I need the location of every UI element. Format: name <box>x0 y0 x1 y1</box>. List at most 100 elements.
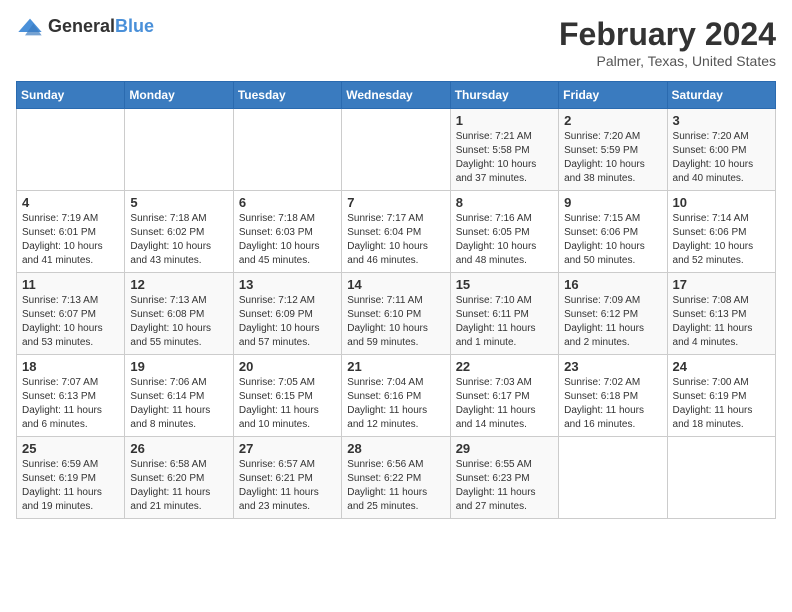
calendar-cell: 29Sunrise: 6:55 AM Sunset: 6:23 PM Dayli… <box>450 437 558 519</box>
calendar-table: SundayMondayTuesdayWednesdayThursdayFrid… <box>16 81 776 519</box>
logo-general: General <box>48 16 115 36</box>
day-info: Sunrise: 7:13 AM Sunset: 6:07 PM Dayligh… <box>22 294 119 350</box>
week-row-3: 18Sunrise: 7:07 AM Sunset: 6:13 PM Dayli… <box>17 355 776 437</box>
location-subtitle: Palmer, Texas, United States <box>559 53 776 69</box>
calendar-cell: 11 Sunrise: 7:13 AM Sunset: 6:07 PM Dayli… <box>17 273 125 355</box>
calendar-cell <box>559 437 667 519</box>
calendar-cell: 27 Sunrise: 6:57 AM Sunset: 6:21 PM Dayli… <box>233 437 341 519</box>
calendar-cell: 1 Sunrise: 7:21 AM Sunset: 5:58 PM Daylig… <box>450 109 558 191</box>
day-info: Sunrise: 7:19 AM Sunset: 6:01 PM Dayligh… <box>22 212 119 268</box>
calendar-cell: 21 Sunrise: 7:04 AM Sunset: 6:16 PM Dayli… <box>342 355 450 437</box>
day-number: 14 <box>347 277 444 292</box>
calendar-cell: 7Sunrise: 7:17 AM Sunset: 6:04 PM Daylig… <box>342 191 450 273</box>
calendar-cell: 25 Sunrise: 6:59 AM Sunset: 6:19 PM Dayli… <box>17 437 125 519</box>
day-info: Sunrise: 7:09 AM Sunset: 6:12 PM Dayligh… <box>564 294 661 350</box>
day-number: 23 <box>564 359 661 374</box>
day-number: 4 <box>22 195 119 210</box>
day-number: 1 <box>456 113 553 128</box>
day-number: 2 <box>564 113 661 128</box>
calendar-cell: 3Sunrise: 7:20 AM Sunset: 6:00 PM Daylig… <box>667 109 775 191</box>
calendar-header-row: SundayMondayTuesdayWednesdayThursdayFrid… <box>17 82 776 109</box>
week-row-0: 1 Sunrise: 7:21 AM Sunset: 5:58 PM Daylig… <box>17 109 776 191</box>
header-thursday: Thursday <box>450 82 558 109</box>
day-info: Sunrise: 7:07 AM Sunset: 6:13 PM Dayligh… <box>22 376 119 432</box>
calendar-cell: 19Sunrise: 7:06 AM Sunset: 6:14 PM Dayli… <box>125 355 233 437</box>
day-number: 8 <box>456 195 553 210</box>
calendar-cell: 15 Sunrise: 7:10 AM Sunset: 6:11 PM Dayli… <box>450 273 558 355</box>
header-saturday: Saturday <box>667 82 775 109</box>
day-number: 6 <box>239 195 336 210</box>
calendar-cell: 12 Sunrise: 7:13 AM Sunset: 6:08 PM Dayli… <box>125 273 233 355</box>
calendar-cell <box>125 109 233 191</box>
day-number: 19 <box>130 359 227 374</box>
day-number: 12 <box>130 277 227 292</box>
calendar-cell <box>17 109 125 191</box>
calendar-cell: 16 Sunrise: 7:09 AM Sunset: 6:12 PM Dayli… <box>559 273 667 355</box>
header-wednesday: Wednesday <box>342 82 450 109</box>
day-number: 27 <box>239 441 336 456</box>
day-info: Sunrise: 7:02 AM Sunset: 6:18 PM Dayligh… <box>564 376 661 432</box>
day-info: Sunrise: 7:20 AM Sunset: 6:00 PM Dayligh… <box>673 130 770 186</box>
day-info: Sunrise: 7:18 AM Sunset: 6:02 PM Dayligh… <box>130 212 227 268</box>
calendar-cell <box>342 109 450 191</box>
day-info: Sunrise: 7:10 AM Sunset: 6:11 PM Dayligh… <box>456 294 553 350</box>
calendar-cell: 5 Sunrise: 7:18 AM Sunset: 6:02 PM Daylig… <box>125 191 233 273</box>
day-number: 28 <box>347 441 444 456</box>
page-header: GeneralBlue February 2024 Palmer, Texas,… <box>16 16 776 69</box>
title-block: February 2024 Palmer, Texas, United Stat… <box>559 16 776 69</box>
month-year-title: February 2024 <box>559 16 776 53</box>
calendar-cell: 10Sunrise: 7:14 AM Sunset: 6:06 PM Dayli… <box>667 191 775 273</box>
day-info: Sunrise: 7:15 AM Sunset: 6:06 PM Dayligh… <box>564 212 661 268</box>
day-number: 16 <box>564 277 661 292</box>
day-info: Sunrise: 7:17 AM Sunset: 6:04 PM Dayligh… <box>347 212 444 268</box>
calendar-cell: 22Sunrise: 7:03 AM Sunset: 6:17 PM Dayli… <box>450 355 558 437</box>
day-info: Sunrise: 7:04 AM Sunset: 6:16 PM Dayligh… <box>347 376 444 432</box>
day-number: 15 <box>456 277 553 292</box>
calendar-cell: 14 Sunrise: 7:11 AM Sunset: 6:10 PM Dayli… <box>342 273 450 355</box>
calendar-cell: 6 Sunrise: 7:18 AM Sunset: 6:03 PM Daylig… <box>233 191 341 273</box>
day-info: Sunrise: 7:00 AM Sunset: 6:19 PM Dayligh… <box>673 376 770 432</box>
day-info: Sunrise: 7:03 AM Sunset: 6:17 PM Dayligh… <box>456 376 553 432</box>
day-info: Sunrise: 7:11 AM Sunset: 6:10 PM Dayligh… <box>347 294 444 350</box>
day-info: Sunrise: 6:58 AM Sunset: 6:20 PM Dayligh… <box>130 458 227 514</box>
day-number: 26 <box>130 441 227 456</box>
day-info: Sunrise: 7:20 AM Sunset: 5:59 PM Dayligh… <box>564 130 661 186</box>
logo-blue: Blue <box>115 16 154 36</box>
calendar-cell: 9Sunrise: 7:15 AM Sunset: 6:06 PM Daylig… <box>559 191 667 273</box>
day-info: Sunrise: 6:57 AM Sunset: 6:21 PM Dayligh… <box>239 458 336 514</box>
calendar-body: 1 Sunrise: 7:21 AM Sunset: 5:58 PM Daylig… <box>17 109 776 519</box>
day-number: 25 <box>22 441 119 456</box>
calendar-cell <box>667 437 775 519</box>
day-info: Sunrise: 7:18 AM Sunset: 6:03 PM Dayligh… <box>239 212 336 268</box>
day-number: 20 <box>239 359 336 374</box>
day-info: Sunrise: 7:08 AM Sunset: 6:13 PM Dayligh… <box>673 294 770 350</box>
calendar-cell: 28 Sunrise: 6:56 AM Sunset: 6:22 PM Dayli… <box>342 437 450 519</box>
header-tuesday: Tuesday <box>233 82 341 109</box>
day-info: Sunrise: 7:21 AM Sunset: 5:58 PM Dayligh… <box>456 130 553 186</box>
day-number: 11 <box>22 277 119 292</box>
day-number: 17 <box>673 277 770 292</box>
day-info: Sunrise: 7:12 AM Sunset: 6:09 PM Dayligh… <box>239 294 336 350</box>
calendar-cell <box>233 109 341 191</box>
calendar-cell: 4 Sunrise: 7:19 AM Sunset: 6:01 PM Daylig… <box>17 191 125 273</box>
week-row-2: 11 Sunrise: 7:13 AM Sunset: 6:07 PM Dayli… <box>17 273 776 355</box>
calendar-cell: 20 Sunrise: 7:05 AM Sunset: 6:15 PM Dayli… <box>233 355 341 437</box>
day-info: Sunrise: 6:59 AM Sunset: 6:19 PM Dayligh… <box>22 458 119 514</box>
calendar-cell: 8Sunrise: 7:16 AM Sunset: 6:05 PM Daylig… <box>450 191 558 273</box>
day-number: 21 <box>347 359 444 374</box>
calendar-cell: 23 Sunrise: 7:02 AM Sunset: 6:18 PM Dayli… <box>559 355 667 437</box>
logo-text: GeneralBlue <box>48 16 154 37</box>
calendar-cell: 17 Sunrise: 7:08 AM Sunset: 6:13 PM Dayli… <box>667 273 775 355</box>
day-number: 13 <box>239 277 336 292</box>
day-info: Sunrise: 7:14 AM Sunset: 6:06 PM Dayligh… <box>673 212 770 268</box>
logo-icon <box>16 17 44 37</box>
day-number: 5 <box>130 195 227 210</box>
header-friday: Friday <box>559 82 667 109</box>
day-info: Sunrise: 6:56 AM Sunset: 6:22 PM Dayligh… <box>347 458 444 514</box>
week-row-1: 4 Sunrise: 7:19 AM Sunset: 6:01 PM Daylig… <box>17 191 776 273</box>
week-row-4: 25 Sunrise: 6:59 AM Sunset: 6:19 PM Dayli… <box>17 437 776 519</box>
day-info: Sunrise: 7:13 AM Sunset: 6:08 PM Dayligh… <box>130 294 227 350</box>
calendar-cell: 24 Sunrise: 7:00 AM Sunset: 6:19 PM Dayli… <box>667 355 775 437</box>
day-info: Sunrise: 7:05 AM Sunset: 6:15 PM Dayligh… <box>239 376 336 432</box>
day-number: 24 <box>673 359 770 374</box>
